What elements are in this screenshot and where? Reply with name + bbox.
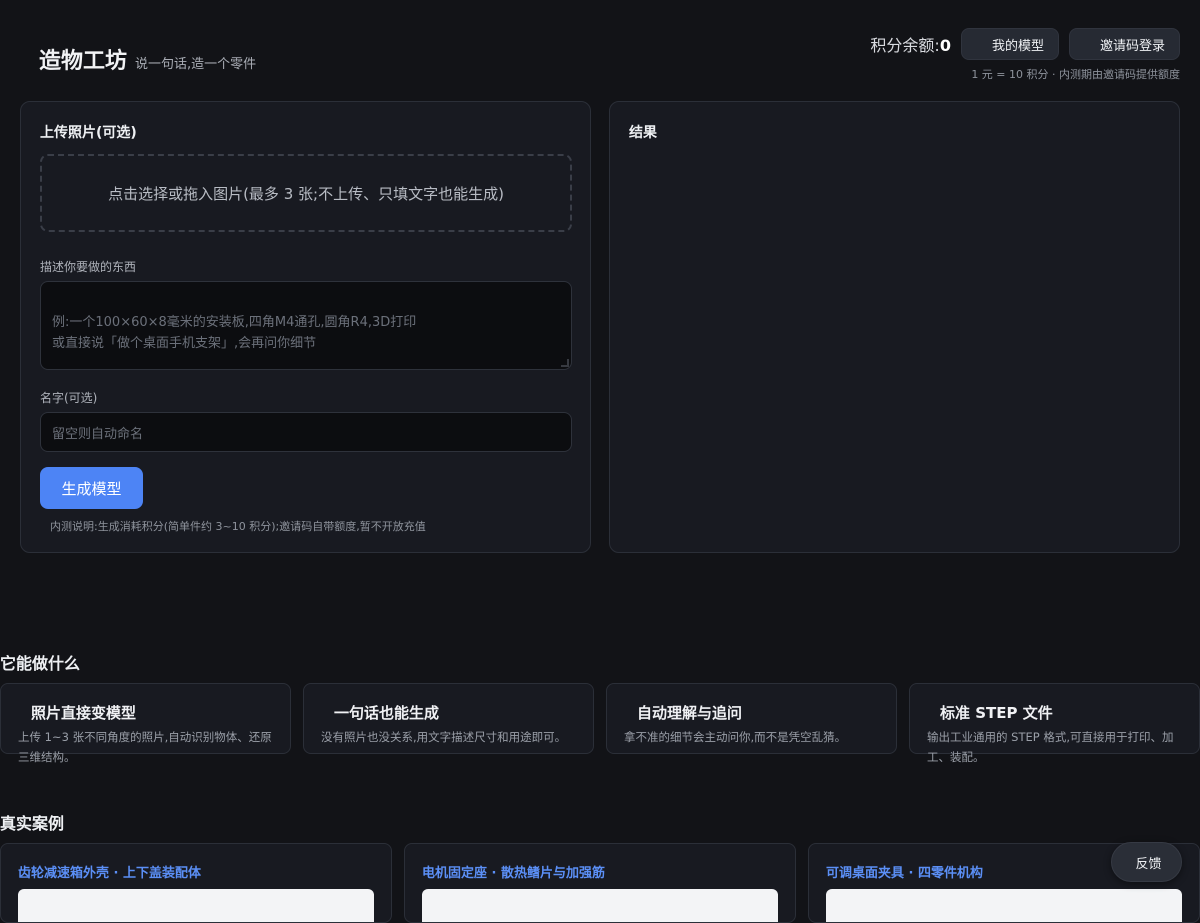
case-title[interactable]: 电机固定座 · 散热鳍片与加强筋 — [422, 862, 605, 881]
name-input[interactable]: 留空则自动命名 — [40, 412, 572, 452]
name-label: 名字(可选) — [40, 391, 98, 405]
credits-label: 积分余额: — [870, 36, 940, 55]
feature-card: 标准 STEP 文件 输出工业通用的 STEP 格式,可直接用于打印、加工、装配… — [909, 683, 1200, 764]
describe-label: 描述你要做的东西 — [40, 260, 137, 274]
rate-note: 1 元 = 10 积分 · 内测期由邀请码提供额度 — [971, 68, 1180, 81]
case-card[interactable]: 齿轮减速箱外壳 · 上下盖装配体 — [0, 843, 392, 923]
case-title[interactable]: 齿轮减速箱外壳 · 上下盖装配体 — [18, 862, 201, 881]
describe-placeholder: 例:一个100×60×8毫米的安装板,四角M4通孔,圆角R4,3D打印 或直接说… — [52, 315, 417, 351]
case-preview-image[interactable] — [826, 889, 1182, 922]
upload-title: 上传照片(可选) — [40, 125, 137, 141]
feature-card: 照片直接变模型 上传 1~3 张不同角度的照片,自动识别物体、还原三维结构。 — [0, 683, 291, 764]
app-title: 造物工坊 — [39, 49, 128, 74]
generate-model-button[interactable]: 生成模型 — [40, 467, 143, 509]
case-preview-image[interactable] — [18, 889, 374, 922]
case-title[interactable]: 可调桌面夹具 · 四零件机构 — [826, 862, 983, 881]
top-toolbar: 积分余额:0 我的模型 邀请码登录 — [870, 28, 1180, 60]
my-models-button[interactable]: 我的模型 — [960, 28, 1059, 60]
feature-title: 一句话也能生成 — [334, 704, 440, 722]
cases-title: 真实案例 — [0, 814, 65, 833]
credits-balance: 积分余额:0 — [870, 32, 951, 56]
case-preview-image[interactable] — [422, 889, 778, 922]
dropzone-text: 点击选择或拖入图片(最多 3 张;不上传、只填文字也能生成) — [108, 184, 504, 203]
result-panel: 结果 — [609, 101, 1180, 553]
resize-handle[interactable] — [561, 359, 569, 367]
credits-value: 0 — [939, 36, 951, 55]
result-title: 结果 — [629, 125, 657, 141]
feature-desc: 上传 1~3 张不同角度的照片,自动识别物体、还原三维结构。 — [18, 730, 272, 764]
feature-card: 自动理解与追问 拿不准的细节会主动问你,而不是凭空乱猜。 — [606, 683, 897, 754]
case-card[interactable]: 电机固定座 · 散热鳍片与加强筋 — [404, 843, 796, 923]
photo-dropzone[interactable]: 点击选择或拖入图片(最多 3 张;不上传、只填文字也能生成) — [40, 154, 572, 232]
my-models-label: 我的模型 — [991, 38, 1044, 54]
feedback-button[interactable]: 反馈 — [1111, 842, 1182, 882]
invite-login-button[interactable]: 邀请码登录 — [1068, 28, 1180, 60]
invite-login-label: 邀请码登录 — [1099, 38, 1165, 54]
feature-title: 照片直接变模型 — [31, 704, 137, 722]
describe-textarea[interactable]: 例:一个100×60×8毫米的安装板,四角M4通孔,圆角R4,3D打印 或直接说… — [40, 281, 572, 370]
feature-card: 一句话也能生成 没有照片也没关系,用文字描述尺寸和用途即可。 — [303, 683, 594, 754]
beta-note: 内测说明:生成消耗积分(简单件约 3~10 积分);邀请码自带额度,暂不开放充值 — [50, 520, 426, 533]
feature-desc: 拿不准的细节会主动问你,而不是凭空乱猜。 — [624, 730, 847, 744]
features-title: 它能做什么 — [0, 654, 81, 673]
feature-desc: 没有照片也没关系,用文字描述尺寸和用途即可。 — [321, 730, 567, 744]
feature-title: 自动理解与追问 — [637, 704, 743, 722]
feedback-label: 反馈 — [1135, 856, 1162, 872]
app-tagline: 说一句话,造一个零件 — [135, 57, 257, 72]
generate-form-panel: 上传照片(可选) 点击选择或拖入图片(最多 3 张;不上传、只填文字也能生成) … — [20, 101, 591, 553]
feature-title: 标准 STEP 文件 — [940, 704, 1053, 722]
feature-desc: 输出工业通用的 STEP 格式,可直接用于打印、加工、装配。 — [927, 730, 1174, 764]
name-placeholder: 留空则自动命名 — [52, 426, 144, 442]
brand: 造物工坊 说一句话,造一个零件 — [39, 43, 256, 75]
